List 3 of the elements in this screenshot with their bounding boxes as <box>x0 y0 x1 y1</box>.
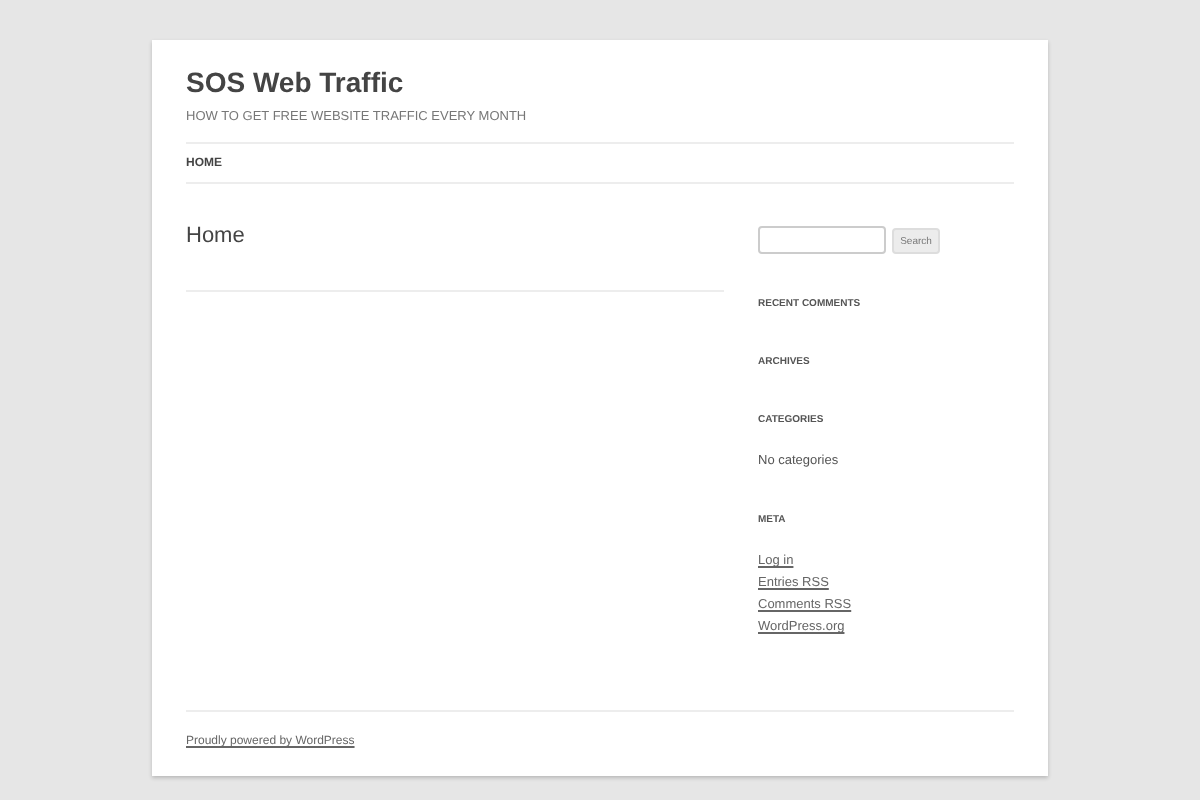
site-title[interactable]: SOS Web Traffic <box>186 66 1014 98</box>
page-title: Home <box>186 224 724 292</box>
search-field[interactable] <box>758 226 886 254</box>
